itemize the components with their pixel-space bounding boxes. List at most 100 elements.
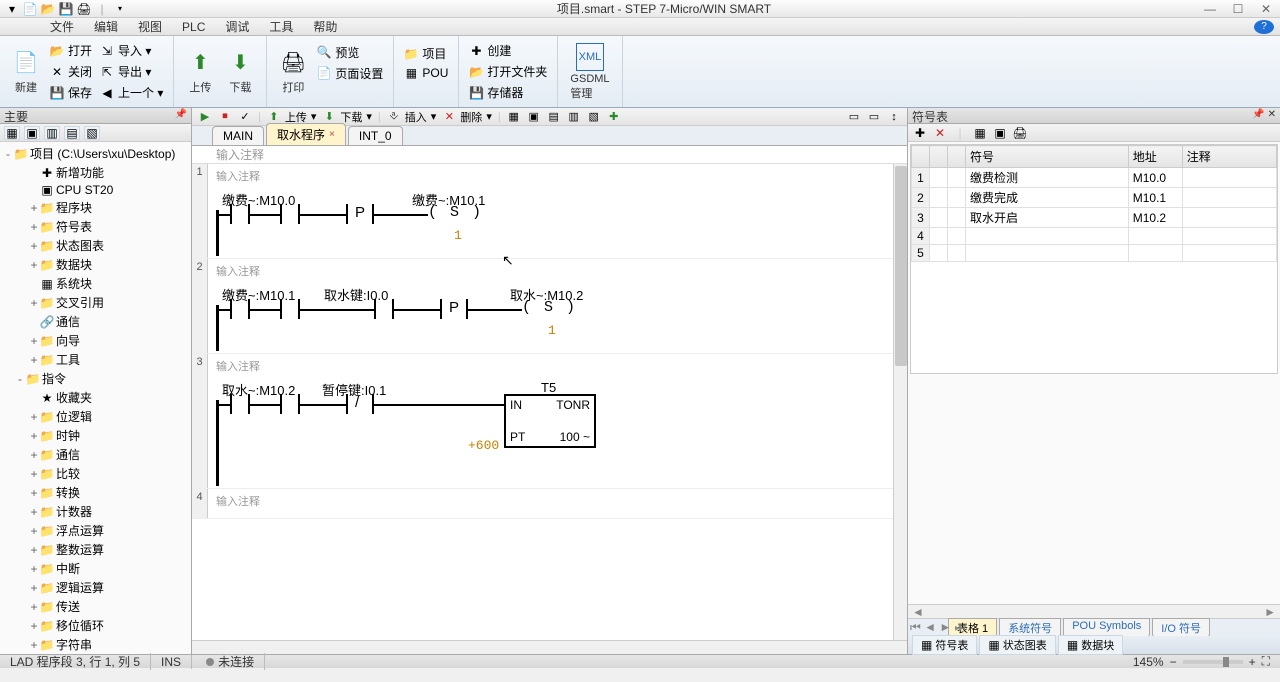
- tb-misc-5[interactable]: ▧: [585, 110, 603, 124]
- tree-item[interactable]: +📁比较: [0, 464, 191, 483]
- ribbon-storage-button[interactable]: 💾存储器: [465, 83, 551, 102]
- tree-item[interactable]: +📁数据块: [0, 255, 191, 274]
- rt-btn-2[interactable]: ✕: [932, 126, 948, 140]
- vertical-scrollbar[interactable]: [893, 164, 907, 640]
- tb-end-1[interactable]: ▭: [845, 110, 863, 124]
- close-button[interactable]: ✕: [1256, 2, 1276, 16]
- qat-dropdown-icon[interactable]: ▾: [112, 1, 128, 17]
- maximize-button[interactable]: ☐: [1228, 2, 1248, 16]
- menu-view[interactable]: 视图: [128, 18, 172, 35]
- menu-plc[interactable]: PLC: [172, 20, 215, 34]
- rt-btn-5[interactable]: 🖨: [1012, 126, 1028, 140]
- tree-item[interactable]: +📁字符串: [0, 635, 191, 654]
- symbol-row[interactable]: 2缴费完成M10.1: [912, 188, 1277, 208]
- tree-item[interactable]: ✚新增功能: [0, 163, 191, 182]
- tree-item[interactable]: +📁状态图表: [0, 236, 191, 255]
- tb-compile-icon[interactable]: ✓: [236, 110, 254, 124]
- horizontal-scrollbar[interactable]: [192, 640, 907, 654]
- col-symbol[interactable]: 符号: [966, 146, 1129, 168]
- tb-misc-6[interactable]: ✚: [605, 110, 623, 124]
- rt-btn-1[interactable]: ✚: [912, 126, 928, 140]
- ribbon-openfolder-button[interactable]: 📂打开文件夹: [465, 62, 551, 81]
- qat-print-icon[interactable]: 🖨: [76, 1, 92, 17]
- rung-4[interactable]: 4 输入注释 取水~:M10.2 暂停键:I0.1 取水阀:Q0.0: [192, 489, 907, 519]
- qat-open-icon[interactable]: 📂: [40, 1, 56, 17]
- editor-tab[interactable]: INT_0: [348, 126, 403, 145]
- tb-end-2[interactable]: ▭: [865, 110, 883, 124]
- lt-btn-3[interactable]: ▥: [44, 126, 60, 140]
- zoom-in-icon[interactable]: +: [1249, 655, 1256, 669]
- rung-1[interactable]: 1 输入注释 缴费~:M10.0: [192, 164, 907, 259]
- footer-button[interactable]: ▦ 状态图表: [979, 635, 1055, 655]
- ribbon-gsdml-button[interactable]: XML GSDML 管理: [564, 38, 615, 105]
- help-icon[interactable]: ?: [1254, 20, 1274, 34]
- ribbon-new-button[interactable]: 📄 新建: [6, 38, 46, 105]
- qat-menu-icon[interactable]: ▾: [4, 1, 20, 17]
- rung-2[interactable]: 2 输入注释 缴费~:M10.1 取水键:I0.0: [192, 259, 907, 354]
- tree-item[interactable]: ▣CPU ST20: [0, 182, 191, 198]
- tree-item[interactable]: -📁指令: [0, 369, 191, 388]
- rung-3[interactable]: 3 输入注释 取水~:M10.2 暂停键:I0.1: [192, 354, 907, 489]
- tree-item[interactable]: +📁计数器: [0, 502, 191, 521]
- ladder-area[interactable]: 1 输入注释 缴费~:M10.0: [192, 164, 907, 640]
- tab-close-icon[interactable]: ×: [329, 129, 335, 140]
- ribbon-import-button[interactable]: ⇲导入 ▾: [96, 41, 167, 60]
- lt-btn-4[interactable]: ▤: [64, 126, 80, 140]
- ribbon-upload-button[interactable]: ⬆ 上传: [180, 38, 220, 105]
- tree-item[interactable]: +📁时钟: [0, 426, 191, 445]
- footer-button[interactable]: ▦ 符号表: [912, 635, 977, 655]
- zoom-out-icon[interactable]: −: [1170, 655, 1177, 669]
- editor-tab[interactable]: 取水程序×: [266, 123, 346, 145]
- tb-misc-2[interactable]: ▣: [525, 110, 543, 124]
- menu-debug[interactable]: 调试: [215, 18, 259, 35]
- set-coil[interactable]: ( S ): [522, 299, 577, 316]
- tb-misc-3[interactable]: ▤: [545, 110, 563, 124]
- minimize-button[interactable]: —: [1200, 2, 1220, 16]
- ribbon-preview-button[interactable]: 🔍预览: [313, 43, 387, 62]
- tb-misc-4[interactable]: ▥: [565, 110, 583, 124]
- symbol-row[interactable]: 4: [912, 228, 1277, 245]
- timer-block[interactable]: INTONR PT100 ~: [504, 394, 596, 448]
- ribbon-download-button[interactable]: ⬇ 下载: [220, 38, 260, 105]
- tree-item[interactable]: ★收藏夹: [0, 388, 191, 407]
- pin-icon[interactable]: 📌: [175, 109, 187, 120]
- ribbon-close-button[interactable]: ✕关闭: [46, 62, 96, 81]
- ribbon-export-button[interactable]: ⇱导出 ▾: [96, 62, 167, 81]
- tree-item[interactable]: +📁移位循环: [0, 616, 191, 635]
- lt-btn-5[interactable]: ▧: [84, 126, 100, 140]
- symbol-row[interactable]: 5: [912, 245, 1277, 262]
- tree-item[interactable]: +📁向导: [0, 331, 191, 350]
- tree-item[interactable]: ▦系统块: [0, 274, 191, 293]
- right-h-scrollbar[interactable]: ◄ ►: [908, 604, 1280, 618]
- tb-stop-icon[interactable]: ⏹: [216, 110, 234, 124]
- menu-tools[interactable]: 工具: [259, 18, 303, 35]
- symbol-row[interactable]: 1缴费检测M10.0: [912, 168, 1277, 188]
- pin-icon[interactable]: 📌 ✕: [1252, 109, 1276, 120]
- set-coil[interactable]: ( S ): [428, 204, 483, 221]
- fit-icon[interactable]: ⛶: [1262, 654, 1270, 669]
- zoom-slider[interactable]: [1183, 660, 1243, 664]
- ribbon-save-button[interactable]: 💾保存: [46, 83, 96, 102]
- menu-edit[interactable]: 编辑: [84, 18, 128, 35]
- ribbon-project-button[interactable]: 📁项目: [400, 44, 452, 63]
- ribbon-open-button[interactable]: 📂打开: [46, 41, 96, 60]
- status-zoom[interactable]: 145%: [1133, 655, 1164, 669]
- tb-delete-button[interactable]: ✕删除 ▾: [440, 109, 494, 125]
- project-tree[interactable]: - 📁 项目 (C:\Users\xu\Desktop) ✚新增功能▣CPU S…: [0, 142, 191, 654]
- col-address[interactable]: 地址: [1128, 146, 1182, 168]
- tree-item[interactable]: +📁符号表: [0, 217, 191, 236]
- tb-insert-button[interactable]: ⎀插入 ▾: [385, 109, 439, 125]
- tree-item[interactable]: +📁转换: [0, 483, 191, 502]
- tree-item[interactable]: +📁通信: [0, 445, 191, 464]
- tree-root[interactable]: - 📁 项目 (C:\Users\xu\Desktop): [0, 144, 191, 163]
- tree-item[interactable]: +📁浮点运算: [0, 521, 191, 540]
- menu-file[interactable]: 文件: [40, 18, 84, 35]
- symbol-tab[interactable]: I/O 符号: [1152, 618, 1210, 638]
- symbol-row[interactable]: 3取水开启M10.2: [912, 208, 1277, 228]
- qat-new-icon[interactable]: 📄: [22, 1, 38, 17]
- ribbon-prev-button[interactable]: ◀上一个 ▾: [96, 83, 167, 102]
- ribbon-pagesetup-button[interactable]: 📄页面设置: [313, 64, 387, 83]
- tb-run-icon[interactable]: ▶: [196, 110, 214, 124]
- menu-help[interactable]: 帮助: [303, 18, 347, 35]
- symbol-table[interactable]: 符号 地址 注释 1缴费检测M10.02缴费完成M10.13取水开启M10.24…: [910, 144, 1278, 374]
